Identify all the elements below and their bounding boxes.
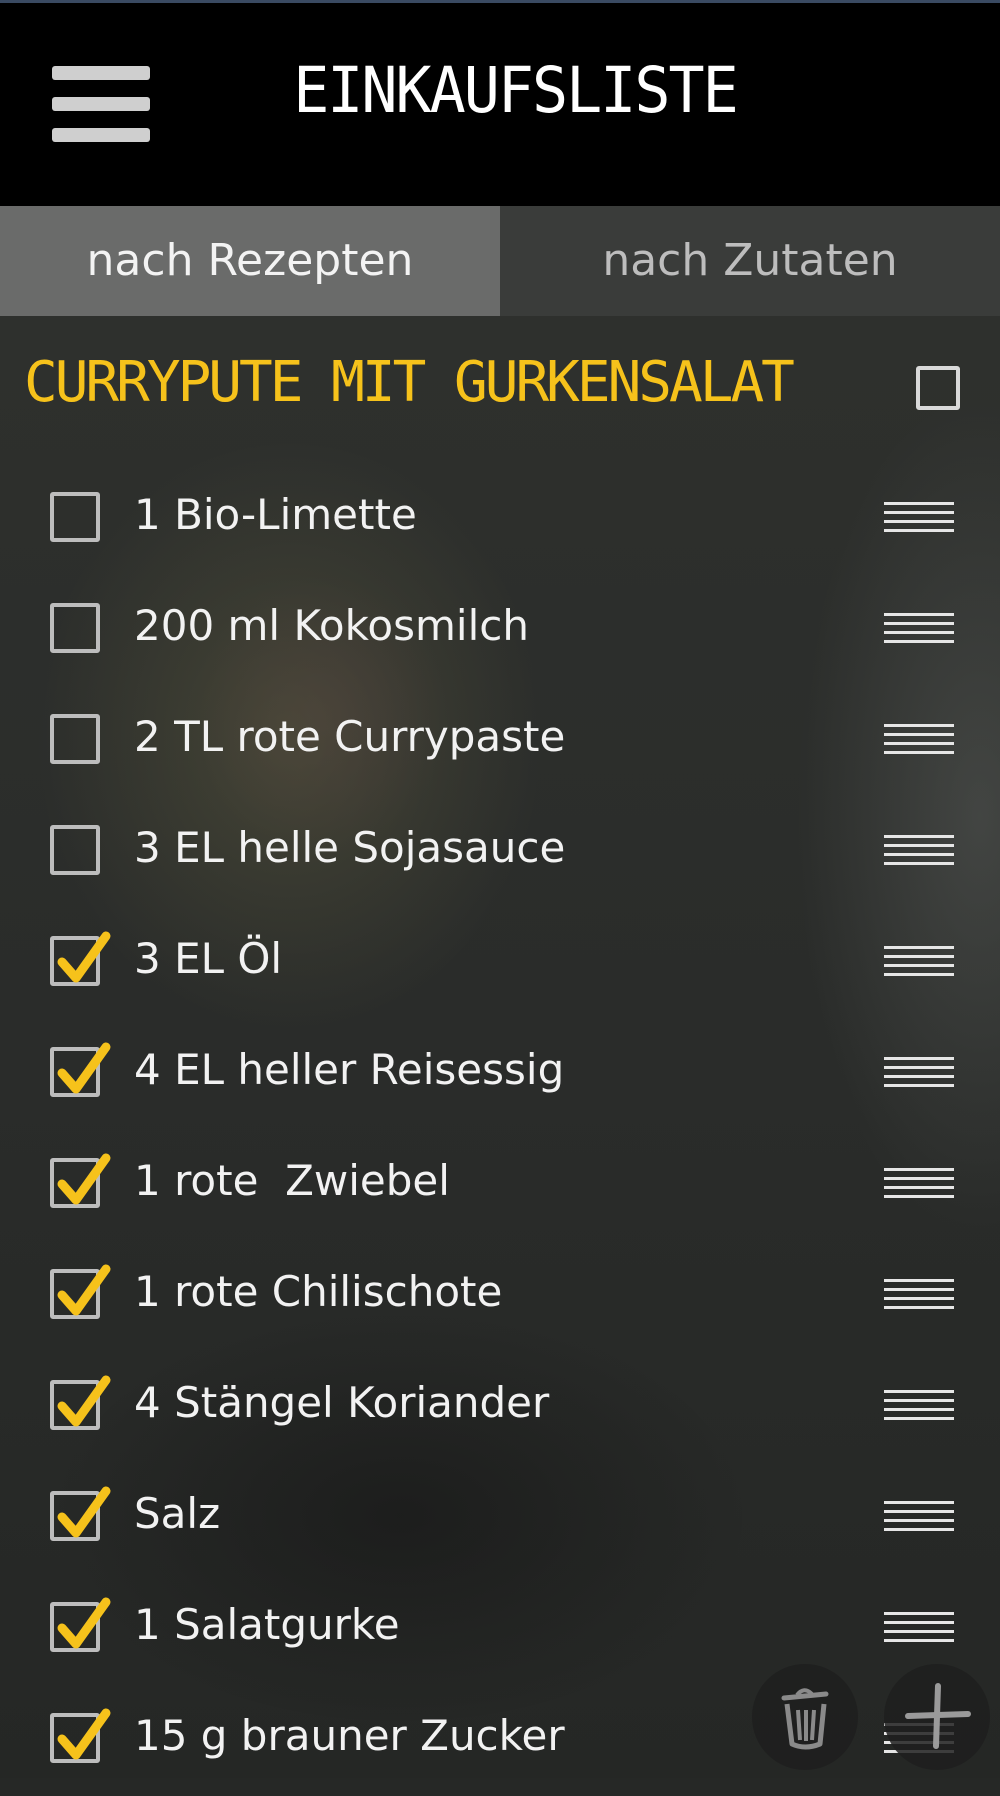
checkbox-checked[interactable] xyxy=(50,1153,111,1208)
checkbox-checked[interactable] xyxy=(50,1042,111,1097)
checkmark-icon xyxy=(57,1264,111,1316)
trash-icon xyxy=(781,1688,829,1750)
page-title: EINKAUFSLISTE xyxy=(293,54,739,128)
ingredient-label: 4 EL heller Reisessig xyxy=(134,1045,565,1094)
app-header: EINKAUFSLISTE xyxy=(0,0,1000,206)
drag-handle-icon[interactable] xyxy=(884,1612,954,1642)
drag-handle-icon[interactable] xyxy=(884,835,954,865)
list-item[interactable]: 4 Stängel Koriander xyxy=(0,1352,1000,1463)
list-item[interactable]: 1 rote Zwiebel xyxy=(0,1130,1000,1241)
list-item[interactable]: 3 EL helle Sojasauce xyxy=(0,797,1000,908)
checkmark-icon xyxy=(57,1597,111,1649)
ingredient-label: 2 TL rote Currypaste xyxy=(134,712,566,761)
tab-nach-zutaten[interactable]: nach Zutaten xyxy=(500,206,1000,316)
checkbox-checked[interactable] xyxy=(50,1375,111,1430)
drag-handle-icon[interactable] xyxy=(884,946,954,976)
list-item[interactable]: 2 TL rote Currypaste xyxy=(0,686,1000,797)
status-strip xyxy=(0,0,1000,3)
checkmark-icon xyxy=(57,1708,111,1760)
drag-handle-icon[interactable] xyxy=(884,1501,954,1531)
list-item[interactable]: 3 EL Öl xyxy=(0,908,1000,1019)
ingredient-label: 1 rote Zwiebel xyxy=(134,1156,450,1205)
checkbox[interactable] xyxy=(50,825,100,875)
drag-handle-icon[interactable] xyxy=(884,1279,954,1309)
drag-handle-icon[interactable] xyxy=(884,1168,954,1198)
list-item[interactable]: 200 ml Kokosmilch xyxy=(0,575,1000,686)
delete-button[interactable] xyxy=(752,1664,858,1770)
ingredient-label: 1 Bio-Limette xyxy=(134,490,417,539)
ingredient-label: 200 ml Kokosmilch xyxy=(134,601,529,650)
list-item[interactable]: 4 EL heller Reisessig xyxy=(0,1019,1000,1130)
recipe-checkbox[interactable] xyxy=(916,366,960,410)
ingredient-label: 4 Stängel Koriander xyxy=(134,1378,550,1427)
checkbox[interactable] xyxy=(50,492,100,542)
checkmark-icon xyxy=(57,1153,111,1205)
ingredient-label: Salz xyxy=(134,1489,221,1538)
ingredient-label: 1 rote Chilischote xyxy=(134,1267,503,1316)
drag-handle-icon[interactable] xyxy=(884,613,954,643)
checkbox[interactable] xyxy=(50,714,100,764)
drag-handle-icon[interactable] xyxy=(884,502,954,532)
list-item[interactable]: Salz xyxy=(0,1463,1000,1574)
list-item[interactable]: 1 rote Chilischote xyxy=(0,1241,1000,1352)
checkbox-checked[interactable] xyxy=(50,931,111,986)
checkmark-icon xyxy=(57,931,111,983)
tab-nach-rezepten[interactable]: nach Rezepten xyxy=(0,206,500,316)
ingredient-label: 3 EL helle Sojasauce xyxy=(134,823,566,872)
add-button[interactable] xyxy=(884,1664,990,1770)
ingredient-label: 3 EL Öl xyxy=(134,934,283,983)
checkbox[interactable] xyxy=(50,603,100,653)
ingredient-label: 1 Salatgurke xyxy=(134,1600,400,1649)
checkmark-icon xyxy=(57,1375,111,1427)
list-item[interactable]: 1 Bio-Limette xyxy=(0,464,1000,575)
checkbox-checked[interactable] xyxy=(50,1486,111,1541)
checkmark-icon xyxy=(57,1486,111,1538)
checkbox-checked[interactable] xyxy=(50,1264,111,1319)
tab-bar: nach Rezepten nach Zutaten xyxy=(0,206,1000,316)
checkmark-icon xyxy=(57,1042,111,1094)
drag-handle-icon[interactable] xyxy=(884,1057,954,1087)
plus-icon xyxy=(905,1683,971,1749)
drag-handle-icon[interactable] xyxy=(884,1390,954,1420)
ingredient-label: 15 g brauner Zucker xyxy=(134,1711,565,1760)
checkbox-checked[interactable] xyxy=(50,1708,111,1763)
checkbox-checked[interactable] xyxy=(50,1597,111,1652)
drag-handle-icon[interactable] xyxy=(884,724,954,754)
recipe-title: CURRYPUTE MIT GURKENSALAT xyxy=(24,350,795,415)
